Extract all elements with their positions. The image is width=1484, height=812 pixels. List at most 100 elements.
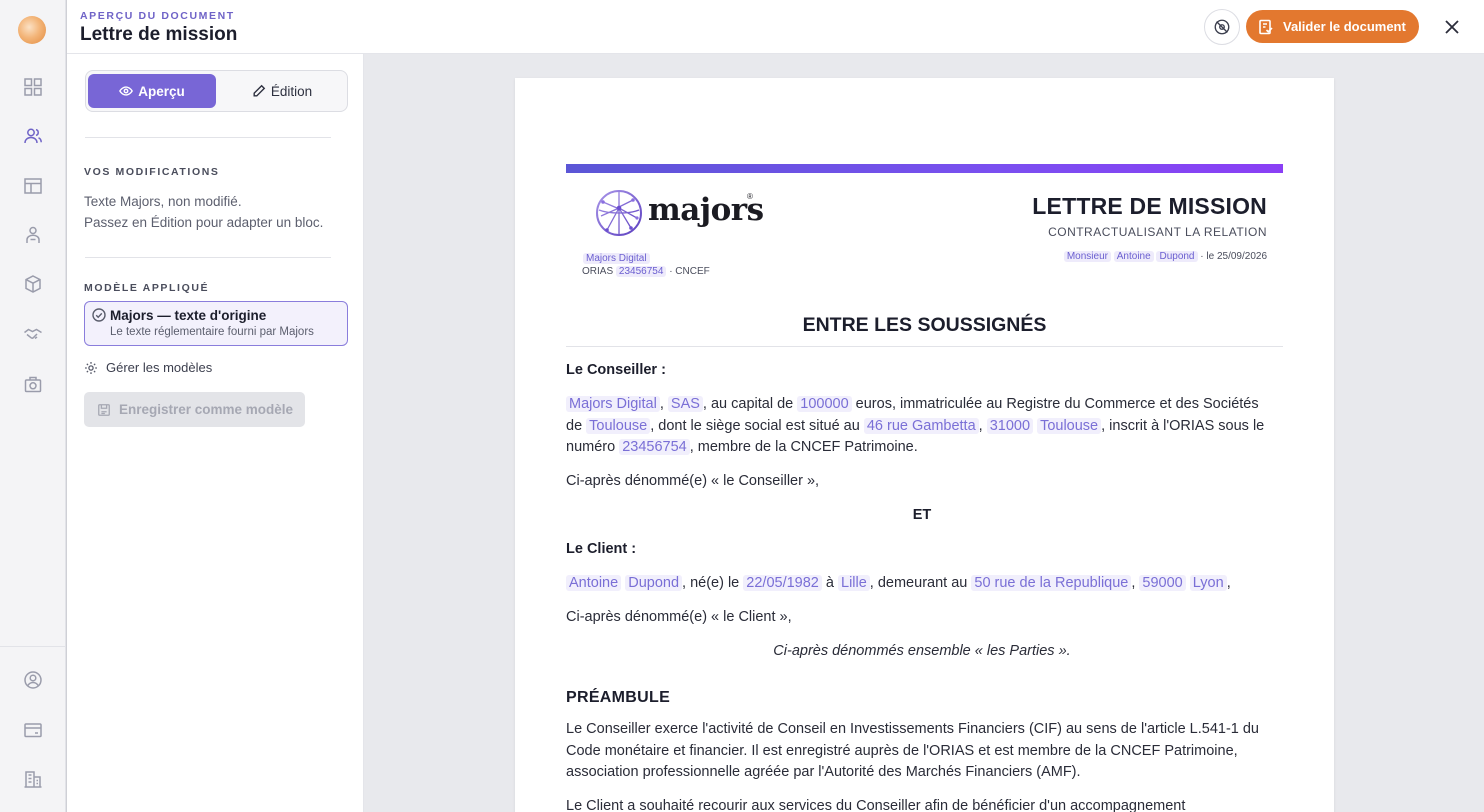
text-run: , dont le siège social est situé au: [650, 417, 860, 434]
globe-logo-icon: [596, 190, 642, 236]
handshake-icon[interactable]: [22, 323, 44, 345]
table-icon[interactable]: [22, 175, 44, 197]
text-run: ,: [978, 417, 983, 434]
tab-edition[interactable]: Édition: [218, 74, 346, 108]
modifications-line2: Passez en Édition pour adapter un bloc.: [84, 215, 324, 230]
modal-header: APERÇU DU DOCUMENT Lettre de mission Val…: [67, 0, 1484, 54]
model-description: Le texte réglementaire fourni par Majors: [110, 326, 314, 338]
preamble-paragraph-1: Le Conseiller exerce l'activité de Conse…: [566, 721, 1259, 781]
text-run: ,: [659, 396, 664, 412]
dashboard-icon[interactable]: [22, 76, 44, 98]
zip-variable[interactable]: 31000: [986, 417, 1034, 434]
save-as-model-button[interactable]: Enregistrer comme modèle: [84, 392, 305, 427]
save-as-model-label: Enregistrer comme modèle: [119, 402, 294, 417]
tab-apercu-label: Aperçu: [138, 83, 185, 99]
eye-off-cycle-icon: [1214, 19, 1230, 35]
text-run: ,: [1226, 575, 1231, 591]
preamble-paragraph-2: Le Client a souhaité recourir aux servic…: [566, 798, 1186, 812]
applied-model-card[interactable]: Majors — texte d'origine Le texte réglem…: [84, 301, 348, 346]
tab-apercu[interactable]: Aperçu: [88, 74, 216, 108]
brand-registered: ®: [747, 192, 753, 201]
birth-city-variable[interactable]: Lille: [838, 575, 870, 591]
client-city-variable[interactable]: Lyon: [1189, 575, 1227, 591]
capital-variable[interactable]: 100000: [797, 396, 852, 412]
document-page: majors ® Majors Digital ORIAS 23456754 ·…: [515, 78, 1334, 812]
advisor-called: Ci-après dénommé(e) « le Conseiller »,: [566, 473, 820, 489]
manage-models-label: Gérer les modèles: [106, 360, 213, 375]
document-check-icon: [1259, 19, 1273, 34]
manage-models-link[interactable]: Gérer les modèles: [84, 360, 212, 375]
orias-variable[interactable]: 23456754: [615, 266, 667, 277]
brand-logo: majors ®: [595, 188, 764, 240]
client-called: Ci-après dénommé(e) « le Client »,: [566, 609, 792, 625]
text-run: , né(e) le: [682, 575, 740, 591]
document-preview-modal: APERÇU DU DOCUMENT Lettre de mission Val…: [66, 0, 1484, 812]
document-date: · le 25/09/2026: [1200, 251, 1267, 262]
account-icon[interactable]: [22, 669, 44, 691]
address-variable[interactable]: 46 rue Gambetta: [863, 417, 979, 434]
building-icon[interactable]: [22, 768, 44, 790]
text-run: , demeurant au: [869, 575, 968, 591]
modifications-line1: Texte Majors, non modifié.: [84, 194, 242, 209]
options-panel: Aperçu Édition VOS MODIFICATIONS Texte M…: [67, 54, 364, 812]
rail-divider: [0, 646, 66, 647]
panel-divider: [85, 257, 331, 258]
firstname-variable[interactable]: Antoine: [1113, 251, 1154, 262]
package-icon[interactable]: [22, 273, 44, 295]
check-circle-icon: [92, 308, 106, 322]
document-subtitle: CONTRACTUALISANT LA RELATION: [1048, 225, 1267, 239]
header-band: [566, 164, 1283, 173]
validate-document-button[interactable]: Valider le document: [1246, 10, 1419, 43]
text-run: , au capital de: [702, 396, 794, 412]
document-title: LETTRE DE MISSION: [1032, 193, 1267, 219]
save-icon: [98, 403, 110, 416]
pencil-icon: [253, 84, 266, 97]
client-lastname-variable[interactable]: Dupond: [625, 575, 683, 591]
text-run: , membre de la CNCEF Patrimoine.: [689, 439, 918, 456]
panel-divider: [85, 137, 331, 138]
preamble-title: PRÉAMBULE: [566, 689, 671, 706]
close-icon: [1445, 20, 1459, 34]
model-name: Majors — texte d'origine: [110, 308, 267, 323]
advisor-icon[interactable]: [22, 224, 44, 246]
modal-title: Lettre de mission: [80, 24, 238, 45]
app-logo[interactable]: [18, 16, 46, 44]
clients-icon[interactable]: [22, 125, 44, 147]
company-name-variable[interactable]: Majors Digital: [566, 396, 660, 412]
billing-icon[interactable]: [22, 719, 44, 741]
city-variable[interactable]: Toulouse: [1037, 417, 1102, 434]
app-rail: [0, 0, 66, 812]
eye-icon: [119, 86, 134, 96]
advisor-paragraph: Majors Digital, SAS, au capital de 10000…: [566, 394, 1278, 459]
client-zip-variable[interactable]: 59000: [1139, 575, 1186, 591]
close-button[interactable]: [1441, 16, 1463, 38]
and-separator: ET: [912, 507, 932, 523]
section-divider: [566, 346, 1283, 347]
orias-number-variable[interactable]: 23456754: [619, 439, 690, 456]
client-heading: Le Client :: [566, 541, 637, 557]
advisor-heading: Le Conseiller :: [566, 362, 666, 378]
modal-eyebrow: APERÇU DU DOCUMENT: [80, 10, 235, 22]
orias-prefix: ORIAS: [582, 266, 614, 277]
camera-box-icon[interactable]: [22, 373, 44, 395]
orias-suffix: · CNCEF: [669, 266, 710, 277]
applied-model-title: MODÈLE APPLIQUÉ: [84, 282, 210, 294]
client-paragraph: Antoine Dupond, né(e) le 22/05/1982 à Li…: [566, 573, 1278, 595]
mode-switch: Aperçu Édition: [85, 70, 348, 112]
client-firstname-variable[interactable]: Antoine: [566, 575, 622, 591]
document-meta: Monsieur Antoine Dupond · le 25/09/2026: [1063, 251, 1267, 262]
document-preview-area[interactable]: majors ® Majors Digital ORIAS 23456754 ·…: [364, 54, 1484, 812]
lastname-variable[interactable]: Dupond: [1156, 251, 1198, 262]
compare-versions-button[interactable]: [1204, 9, 1240, 45]
company-variable[interactable]: Majors Digital: [583, 253, 650, 264]
company-tag: Majors Digital: [583, 253, 650, 264]
rcs-city-variable[interactable]: Toulouse: [586, 417, 651, 434]
section-title-parties: ENTRE LES SOUSSIGNÉS: [802, 314, 1047, 336]
civility-variable[interactable]: Monsieur: [1063, 251, 1111, 262]
tab-edition-label: Édition: [270, 83, 313, 99]
client-address-variable[interactable]: 50 rue de la Republique: [971, 575, 1132, 591]
legal-form-variable[interactable]: SAS: [667, 396, 703, 412]
birth-date-variable[interactable]: 22/05/1982: [743, 575, 822, 591]
orias-line: ORIAS 23456754 · CNCEF: [582, 266, 710, 277]
text-run: à: [825, 575, 834, 591]
